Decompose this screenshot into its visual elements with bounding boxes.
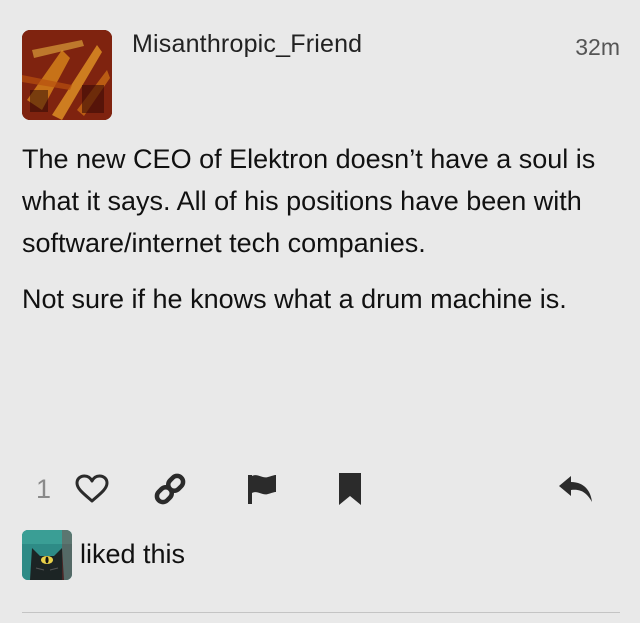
link-icon xyxy=(154,473,186,505)
like-count[interactable]: 1 xyxy=(36,472,51,506)
post-paragraph: The new CEO of Elektron doesn’t have a s… xyxy=(22,144,596,258)
author-avatar[interactable] xyxy=(22,30,112,120)
liker-avatar[interactable] xyxy=(22,530,72,580)
reply-button[interactable] xyxy=(554,466,598,512)
bookmark-button[interactable] xyxy=(330,466,370,512)
like-button[interactable] xyxy=(72,466,112,512)
post-header: Misanthropic_Friend 32m xyxy=(22,30,620,120)
liked-by-row: liked this xyxy=(22,530,620,580)
liked-this-label: liked this xyxy=(80,539,186,569)
share-link-button[interactable] xyxy=(150,466,190,512)
post-paragraph: Not sure if he knows what a drum machine… xyxy=(22,284,567,314)
flag-button[interactable] xyxy=(242,466,282,512)
post-timestamp[interactable]: 32m xyxy=(575,33,620,61)
author-username[interactable]: Misanthropic_Friend xyxy=(132,30,362,58)
post-divider xyxy=(22,612,620,613)
reply-icon xyxy=(559,476,592,502)
post-actions: 1 xyxy=(22,466,620,512)
heart-icon xyxy=(75,474,109,503)
post-body: The new CEO of Elektron doesn’t have a s… xyxy=(22,138,620,334)
bookmark-icon xyxy=(339,473,361,505)
flag-icon xyxy=(248,475,276,504)
